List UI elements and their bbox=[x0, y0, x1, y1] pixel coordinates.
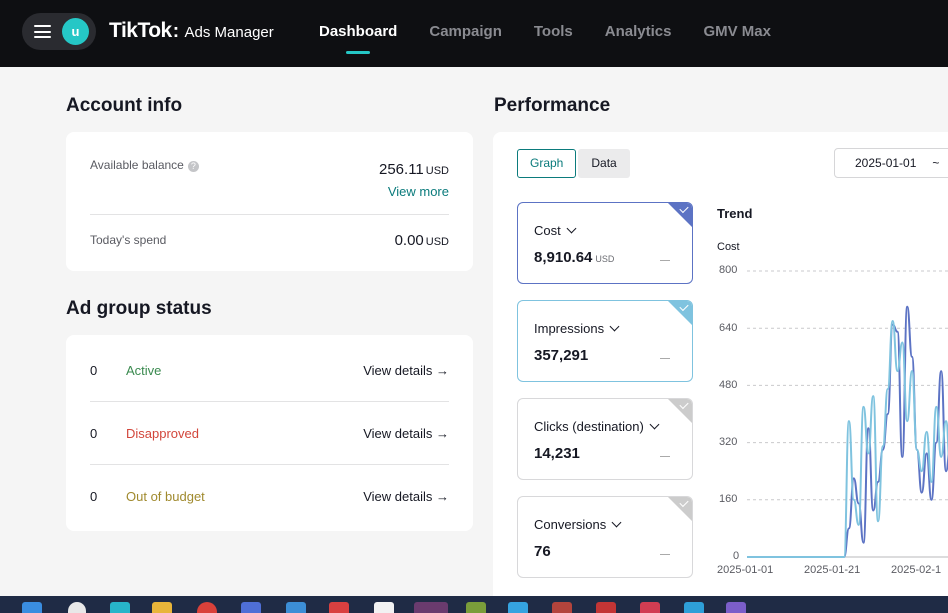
chart-grid bbox=[747, 270, 948, 558]
app-icon[interactable] bbox=[508, 602, 528, 613]
browser-icon[interactable] bbox=[197, 602, 217, 613]
trend-chart[interactable] bbox=[0, 0, 948, 613]
app-icon[interactable] bbox=[684, 602, 704, 613]
windows-icon[interactable] bbox=[22, 602, 42, 613]
folder-icon[interactable] bbox=[152, 602, 172, 613]
series-line-2 bbox=[746, 320, 948, 559]
app-icon[interactable] bbox=[241, 602, 261, 613]
app-icon[interactable] bbox=[414, 602, 448, 613]
app-icon[interactable] bbox=[726, 602, 746, 613]
app-icon[interactable] bbox=[286, 602, 306, 613]
windows-taskbar bbox=[0, 596, 948, 613]
app-icon[interactable] bbox=[466, 602, 486, 613]
app-icon[interactable] bbox=[640, 602, 660, 613]
chart-series bbox=[746, 305, 948, 559]
app-icon[interactable] bbox=[110, 602, 130, 613]
app-icon[interactable] bbox=[329, 602, 349, 613]
search-icon[interactable] bbox=[68, 602, 86, 613]
app-icon[interactable] bbox=[596, 602, 616, 613]
app-icon[interactable] bbox=[552, 602, 572, 613]
app-icon[interactable] bbox=[374, 602, 394, 613]
